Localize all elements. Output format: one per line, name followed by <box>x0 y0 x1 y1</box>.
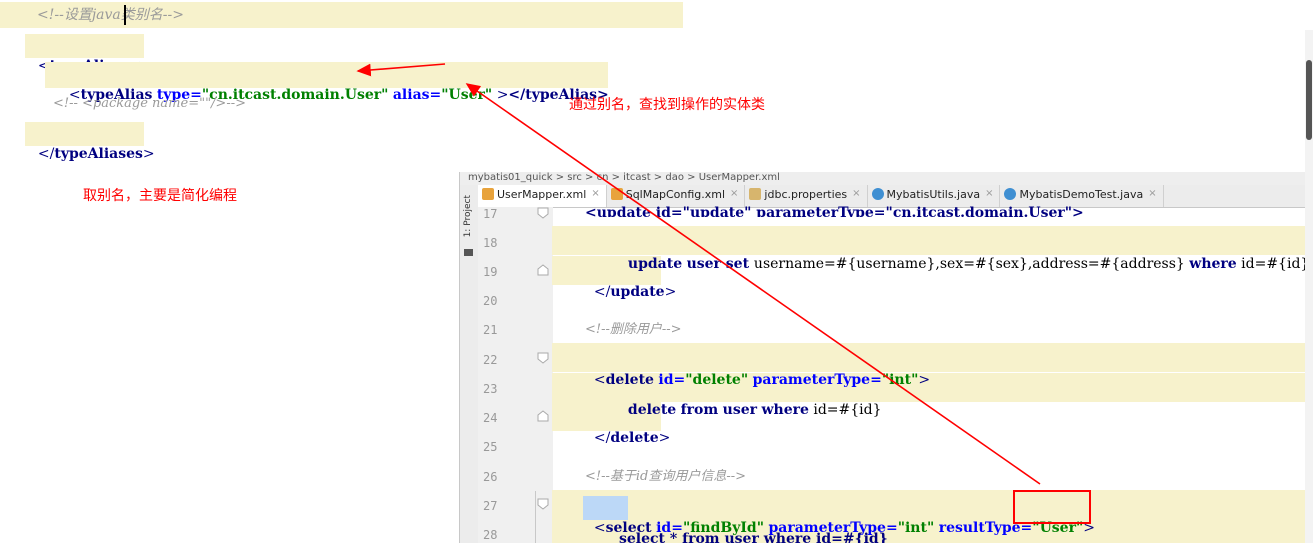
properties-file-icon <box>749 188 762 200</box>
project-tool-window-strip[interactable]: 1: Project <box>460 185 479 543</box>
comment-set-alias: <!--设置java类别名--> <box>37 7 184 23</box>
editor-scrollbar-thumb[interactable] <box>1306 60 1312 140</box>
line-number: 26 <box>483 470 498 484</box>
line-number: 22 <box>483 353 498 367</box>
tab-label: MybatisUtils.java <box>886 188 981 201</box>
code-line-18: update user set username=#{username},sex… <box>627 256 1310 272</box>
fold-guide-line <box>535 491 536 543</box>
line-number: 23 <box>483 382 498 396</box>
close-icon[interactable]: × <box>985 188 993 199</box>
line-number: 27 <box>483 499 498 513</box>
line-number: 17 <box>483 207 498 221</box>
breadcrumb: mybatis01_quick > src > cn > itcast > da… <box>460 172 1313 185</box>
typealiases-close-tag: </typeAliases> <box>37 146 155 162</box>
tab-label: jdbc.properties <box>764 188 848 201</box>
line-number: 19 <box>483 265 498 279</box>
code-line-17: <update id="update" parameterType="cn.it… <box>585 205 1084 217</box>
line-number: 24 <box>483 411 498 425</box>
code-line-19: </update> <box>593 284 677 300</box>
tab-label: UserMapper.xml <box>497 188 587 201</box>
code-line-28: select * from user where id=#{id} <box>619 531 888 543</box>
code-line-21-comment: <!--删除用户--> <box>585 322 682 337</box>
fold-marker-icon[interactable] <box>537 207 549 219</box>
comment-package: <!-- <package name=""/>--> <box>53 96 247 111</box>
java-class-icon <box>1004 188 1017 200</box>
project-sidebar-label[interactable]: 1: Project <box>463 195 473 237</box>
text-cursor <box>124 5 126 25</box>
line-number: 20 <box>483 294 498 308</box>
line-number: 18 <box>483 236 498 250</box>
fold-marker-icon[interactable] <box>537 352 549 364</box>
annotation-simplify: 取别名，主要是简化编程 <box>83 188 237 204</box>
line-number: 21 <box>483 323 498 337</box>
close-icon[interactable]: × <box>852 188 860 199</box>
resulttype-highlight-box <box>1013 490 1091 524</box>
xml-file-icon <box>482 188 494 200</box>
fold-marker-icon[interactable] <box>537 498 549 510</box>
close-icon[interactable]: × <box>730 188 738 199</box>
tab-label: SqlMapConfig.xml <box>625 188 726 201</box>
close-icon[interactable]: × <box>591 188 599 199</box>
code-line-24: </delete> <box>593 430 671 446</box>
tab-label: MybatisDemoTest.java <box>1019 188 1144 201</box>
code-line-26-comment: <!--基于id查询用户信息--> <box>585 469 747 484</box>
folder-icon <box>464 249 473 256</box>
fold-marker-icon[interactable] <box>537 264 549 276</box>
fold-marker-icon[interactable] <box>537 410 549 422</box>
close-icon[interactable]: × <box>1148 188 1156 199</box>
editor-gutter <box>478 207 553 543</box>
java-class-icon <box>871 188 884 200</box>
xml-file-icon <box>610 188 623 200</box>
line-number: 25 <box>483 440 498 454</box>
line-number: 28 <box>483 528 498 542</box>
annotation-find-entity: 通过别名，查找到操作的实体类 <box>569 97 765 113</box>
